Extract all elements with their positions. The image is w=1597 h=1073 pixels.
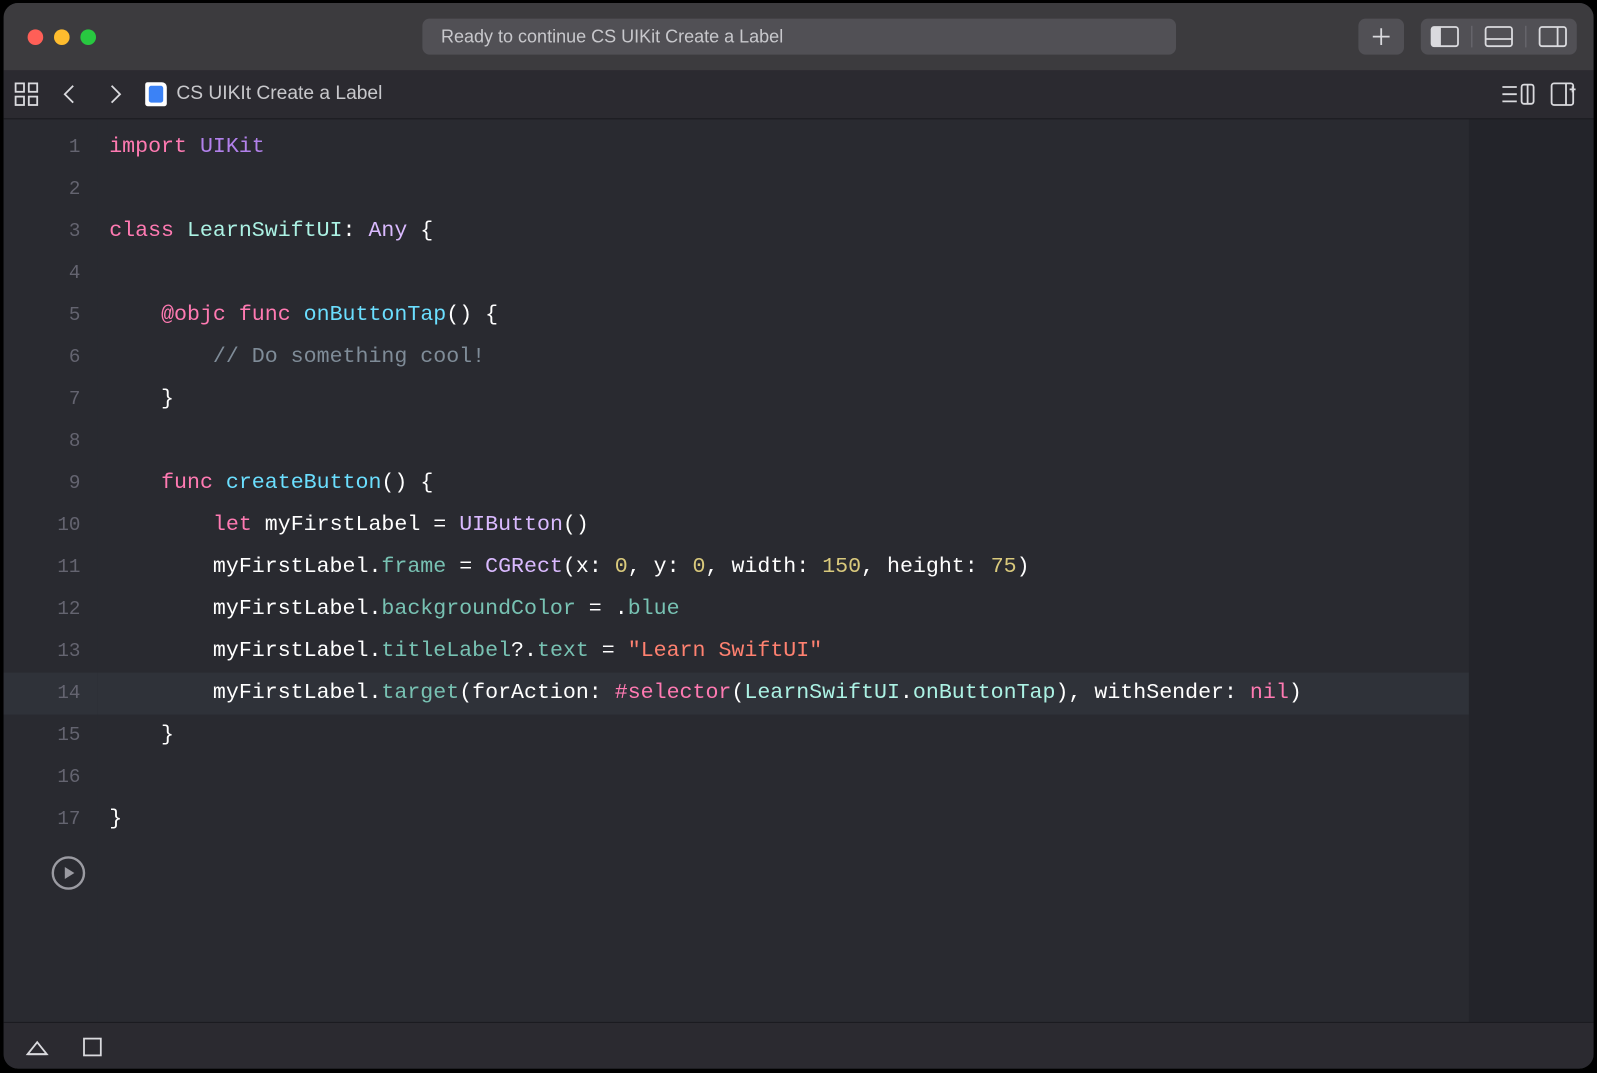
line-number: 10 xyxy=(4,505,98,547)
line-number: 12 xyxy=(4,589,98,631)
code-line[interactable] xyxy=(97,169,1469,211)
minimize-window-button[interactable] xyxy=(54,29,70,45)
file-name-label: CS UIKIt Create a Label xyxy=(176,83,382,105)
line-number: 8 xyxy=(4,421,98,463)
activity-status-pill[interactable]: Ready to continue CS UIKit Create a Labe… xyxy=(422,19,1176,55)
titlebar: Ready to continue CS UIKit Create a Labe… xyxy=(4,3,1594,70)
assistant-editor-button[interactable] xyxy=(1538,26,1567,48)
code-line[interactable]: @objc func onButtonTap() { xyxy=(97,295,1469,337)
line-number: 1 xyxy=(4,127,98,169)
chevron-right-icon xyxy=(107,83,124,105)
related-items-button[interactable] xyxy=(13,81,39,107)
code-line[interactable]: func createButton() { xyxy=(97,463,1469,505)
code-line[interactable]: let myFirstLabel = UIButton() xyxy=(97,505,1469,547)
swift-file-icon xyxy=(145,82,167,106)
zoom-window-button[interactable] xyxy=(80,29,96,45)
code-line[interactable] xyxy=(97,421,1469,463)
add-library-button[interactable] xyxy=(1358,19,1404,55)
debug-bar xyxy=(4,1022,1594,1069)
line-number: 13 xyxy=(4,631,98,673)
toggle-console-button[interactable] xyxy=(83,1037,102,1056)
bottom-panel-icon xyxy=(1484,26,1513,48)
line-number: 6 xyxy=(4,337,98,379)
code-line[interactable]: myFirstLabel.backgroundColor = .blue xyxy=(97,589,1469,631)
separator xyxy=(1471,26,1472,48)
debug-triangle-icon xyxy=(25,1037,49,1056)
close-window-button[interactable] xyxy=(28,29,44,45)
line-number: 17 xyxy=(4,799,98,841)
line-number: 4 xyxy=(4,253,98,295)
code-line[interactable] xyxy=(97,757,1469,799)
editor-options-button[interactable] xyxy=(1500,82,1536,106)
editor-options-icon xyxy=(1500,82,1536,106)
code-line[interactable]: // Do something cool! xyxy=(97,337,1469,379)
window-controls xyxy=(28,29,96,45)
add-editor-button[interactable] xyxy=(1550,82,1576,106)
jump-bar-file[interactable]: CS UIKIt Create a Label xyxy=(145,82,382,106)
line-number: 2 xyxy=(4,169,98,211)
editor-layout-group xyxy=(1421,19,1577,55)
line-number: 14 xyxy=(4,673,98,715)
line-number: 11 xyxy=(4,547,98,589)
xcode-window: Ready to continue CS UIKit Create a Labe… xyxy=(4,3,1594,1069)
code-line[interactable]: } xyxy=(97,715,1469,757)
line-gutter: 1234567891011121314151617 xyxy=(4,119,98,1021)
code-line[interactable]: class LearnSwiftUI: Any { xyxy=(97,211,1469,253)
right-panel-icon xyxy=(1538,26,1567,48)
minimap[interactable] xyxy=(1469,119,1594,1021)
nav-forward-button[interactable] xyxy=(100,79,131,110)
jump-bar: CS UIKIt Create a Label xyxy=(4,70,1594,119)
editor-area: 1234567891011121314151617 import UIKitcl… xyxy=(4,119,1594,1021)
line-number: 16 xyxy=(4,757,98,799)
separator xyxy=(1525,26,1526,48)
code-line[interactable] xyxy=(97,253,1469,295)
standard-editor-button[interactable] xyxy=(1430,26,1459,48)
code-line[interactable]: } xyxy=(97,799,1469,841)
code-line[interactable]: } xyxy=(97,379,1469,421)
left-panel-icon xyxy=(1430,26,1459,48)
line-number: 15 xyxy=(4,715,98,757)
line-number: 5 xyxy=(4,295,98,337)
nav-back-button[interactable] xyxy=(54,79,85,110)
canvas-editor-button[interactable] xyxy=(1484,26,1513,48)
toggle-debug-area-button[interactable] xyxy=(25,1037,49,1056)
code-line[interactable]: myFirstLabel.titleLabel?.text = "Learn S… xyxy=(97,631,1469,673)
chevron-left-icon xyxy=(61,83,78,105)
add-editor-icon xyxy=(1550,82,1576,106)
line-number: 9 xyxy=(4,463,98,505)
code-editor[interactable]: import UIKit class LearnSwiftUI: Any { @o… xyxy=(97,119,1469,1021)
grid-icon xyxy=(13,81,39,107)
plus-icon xyxy=(1368,23,1394,49)
activity-status-text: Ready to continue CS UIKit Create a Labe… xyxy=(441,26,783,46)
line-number: 7 xyxy=(4,379,98,421)
code-line[interactable]: import UIKit xyxy=(97,127,1469,169)
line-number: 3 xyxy=(4,211,98,253)
square-icon xyxy=(83,1037,102,1056)
code-line[interactable]: myFirstLabel.frame = CGRect(x: 0, y: 0, … xyxy=(97,547,1469,589)
run-playground-button[interactable] xyxy=(52,856,86,890)
